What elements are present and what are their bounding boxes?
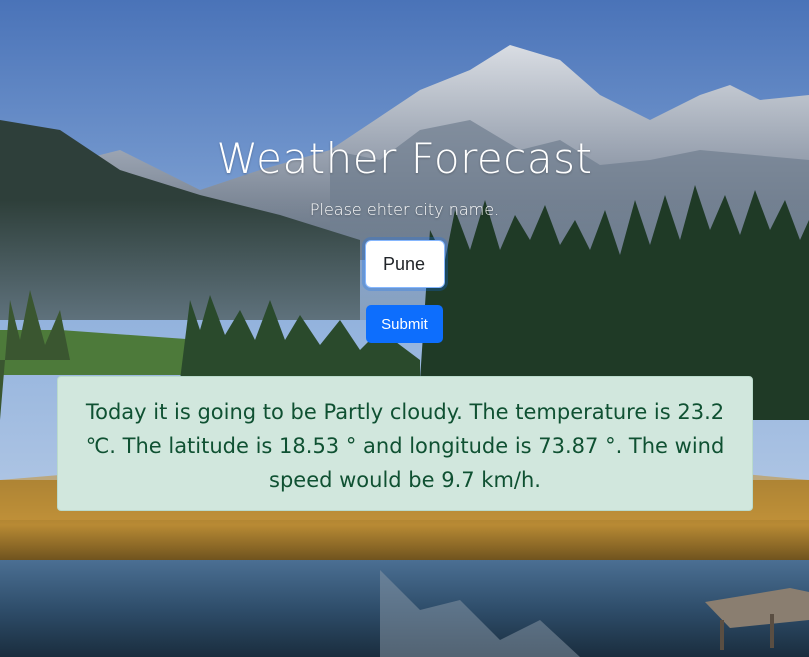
submit-button[interactable]: Submit — [366, 305, 443, 343]
weather-page: Weather Forecast Please ehter city name.… — [0, 0, 809, 657]
page-title: Weather Forecast — [216, 134, 593, 183]
page-subtitle: Please ehter city name. — [309, 200, 500, 219]
weather-result-alert: Today it is going to be Partly cloudy. T… — [57, 376, 753, 511]
city-input[interactable] — [365, 240, 445, 288]
weather-result-text: Today it is going to be Partly cloudy. T… — [85, 400, 725, 492]
